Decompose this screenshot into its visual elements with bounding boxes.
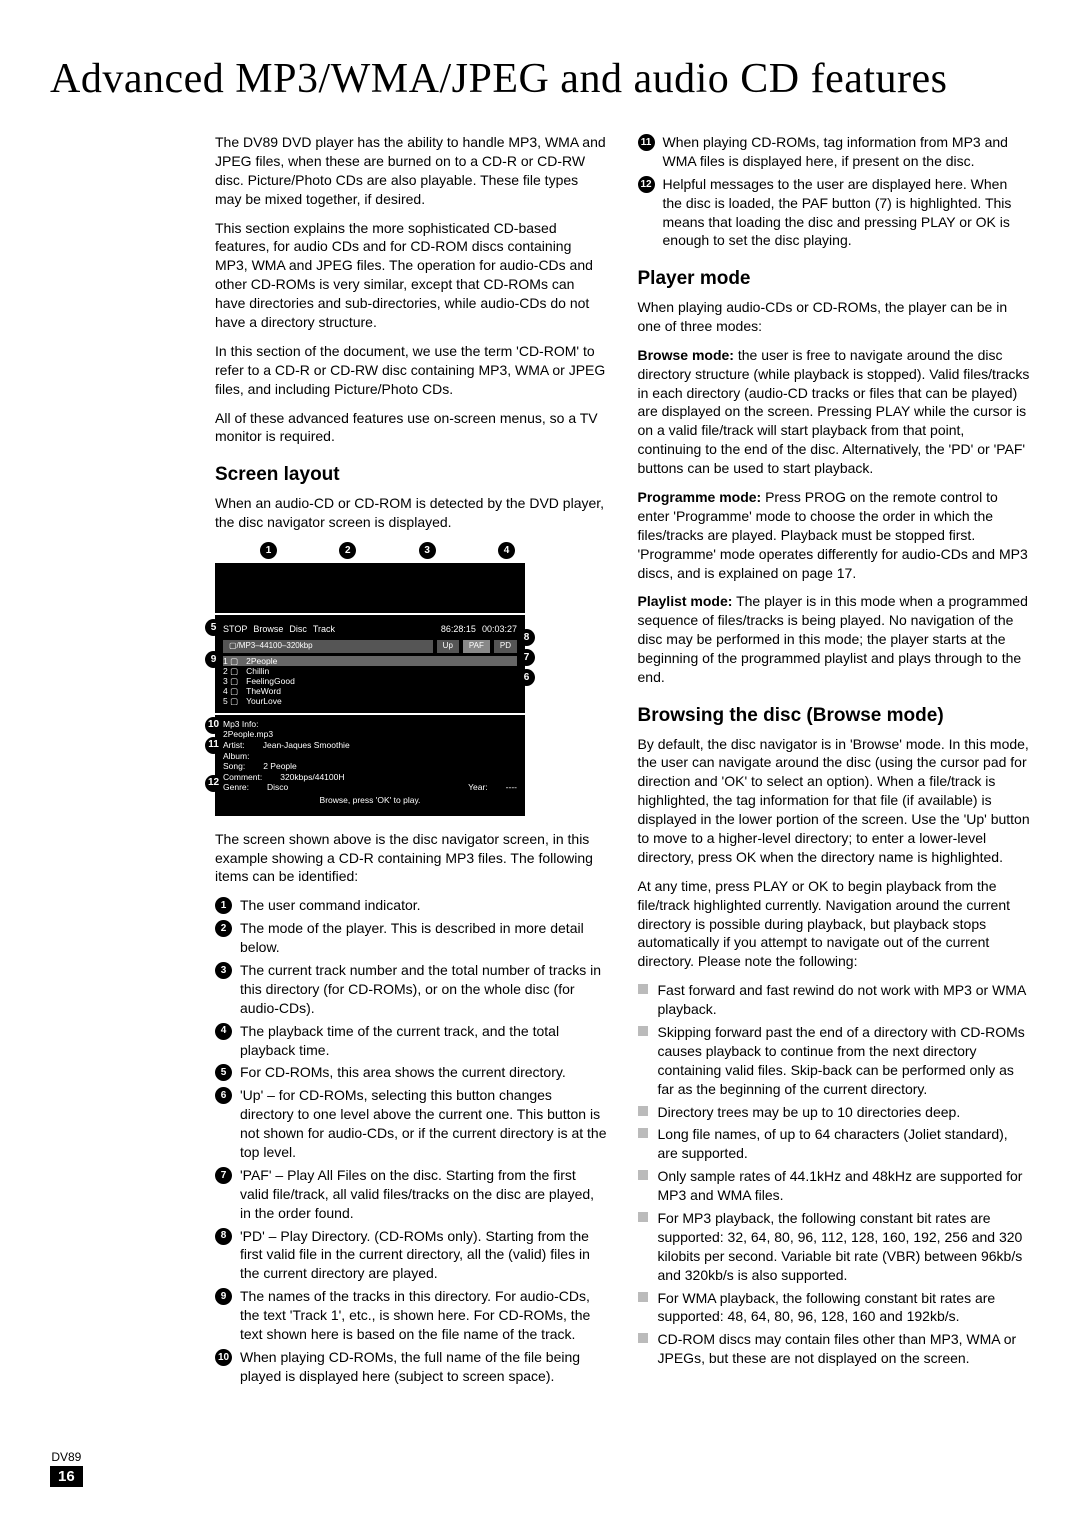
model-label: DV89 <box>50 1450 83 1464</box>
browsing-p1: By default, the disc navigator is in 'Br… <box>638 735 1031 867</box>
callout-8: 8 <box>518 629 535 646</box>
item-4: The playback time of the current track, … <box>240 1022 608 1060</box>
bullet-icon <box>638 1333 648 1343</box>
bullet-icon <box>638 1026 648 1036</box>
page-title: Advanced MP3/WMA/JPEG and audio CD featu… <box>50 55 1030 103</box>
callout-6: 6 <box>518 669 535 686</box>
browsing-heading: Browsing the disc (Browse mode) <box>638 703 1031 729</box>
bullet-icon <box>638 1212 648 1222</box>
status-stop: STOP <box>223 623 247 635</box>
programme-mode: Programme mode: Press PROG on the remote… <box>638 488 1031 582</box>
callout-4: 4 <box>498 542 515 559</box>
browse-mode: Browse mode: the user is free to navigat… <box>638 346 1031 478</box>
item-5: For CD-ROMs, this area shows the current… <box>240 1063 566 1082</box>
item-10: When playing CD-ROMs, the full name of t… <box>240 1348 608 1386</box>
item-12: Helpful messages to the user are display… <box>663 175 1031 251</box>
screen-layout-heading: Screen layout <box>215 462 608 488</box>
item-11: When playing CD-ROMs, tag information fr… <box>663 133 1031 171</box>
intro-p3: In this section of the document, we use … <box>215 342 608 399</box>
player-mode-heading: Player mode <box>638 266 1031 292</box>
status-disc: Disc <box>289 623 307 635</box>
status-cur-time: 00:03:27 <box>482 623 517 635</box>
status-total-time: 86:28:15 <box>441 623 476 635</box>
bullet-icon <box>638 1170 648 1180</box>
callout-11: 11 <box>205 737 222 754</box>
status-browse: Browse <box>253 623 283 635</box>
item-2: The mode of the player. This is describe… <box>240 919 608 957</box>
screen-status-bar: 5 9 8 7 6 STOP Browse Disc Track 86:28:1… <box>215 615 525 713</box>
intro-p2: This section explains the more sophistic… <box>215 219 608 332</box>
callout-12: 12 <box>205 775 222 792</box>
callout-2: 2 <box>339 542 356 559</box>
track-list: 1 ▢2People 2 ▢Chillin 3 ▢FeelingGood 4 ▢… <box>223 656 517 707</box>
bullet-icon <box>638 984 648 994</box>
screen-layout-lead: When an audio-CD or CD-ROM is detected b… <box>215 494 608 532</box>
player-mode-lead: When playing audio-CDs or CD-ROMs, the p… <box>638 298 1031 336</box>
browsing-p2: At any time, press PLAY or OK to begin p… <box>638 877 1031 971</box>
callout-1: 1 <box>260 542 277 559</box>
diagram-caption: The screen shown above is the disc navig… <box>215 830 608 887</box>
callout-3: 3 <box>419 542 436 559</box>
tab-up: Up <box>437 640 459 653</box>
page-number: 16 <box>50 1466 83 1487</box>
callout-10: 10 <box>205 717 222 734</box>
item-8: 'PD' – Play Directory. (CD-ROMs only). S… <box>240 1227 608 1284</box>
intro-p4: All of these advanced features use on-sc… <box>215 409 608 447</box>
item-3: The current track number and the total n… <box>240 961 608 1018</box>
right-column: 11When playing CD-ROMs, tag information … <box>638 133 1031 1396</box>
bullet-icon <box>638 1106 648 1116</box>
left-column: The DV89 DVD player has the ability to h… <box>215 133 608 1396</box>
item-6: 'Up' – for CD-ROMs, selecting this butto… <box>240 1086 608 1162</box>
bullet-icon <box>638 1292 648 1302</box>
callout-9: 9 <box>205 651 222 668</box>
callout-list: 1The user command indicator. 2The mode o… <box>215 896 608 1385</box>
playlist-mode: Playlist mode: The player is in this mod… <box>638 592 1031 686</box>
screen-diagram: 1 2 3 4 5 9 8 7 6 STOP Browse Disc <box>215 542 525 816</box>
browsing-bullets: Fast forward and fast rewind do not work… <box>638 981 1031 1368</box>
callout-list-right: 11When playing CD-ROMs, tag information … <box>638 133 1031 250</box>
intro-p1: The DV89 DVD player has the ability to h… <box>215 133 608 209</box>
page-footer: DV89 16 <box>50 1450 83 1487</box>
item-7: 'PAF' – Play All Files on the disc. Star… <box>240 1166 608 1223</box>
callout-5: 5 <box>205 619 222 636</box>
item-9: The names of the tracks in this director… <box>240 1287 608 1344</box>
status-track: Track <box>313 623 335 635</box>
tab-paf: PAF <box>463 640 490 653</box>
screen-path: ▢/MP3–44100–320kbp <box>223 640 433 653</box>
screen-info-box: 10 11 12 Mp3 Info: 2People.mp3 Artist:Je… <box>215 715 525 816</box>
tab-pd: PD <box>494 640 517 653</box>
callout-7: 7 <box>518 649 535 666</box>
bullet-icon <box>638 1128 648 1138</box>
item-1: The user command indicator. <box>240 896 421 915</box>
